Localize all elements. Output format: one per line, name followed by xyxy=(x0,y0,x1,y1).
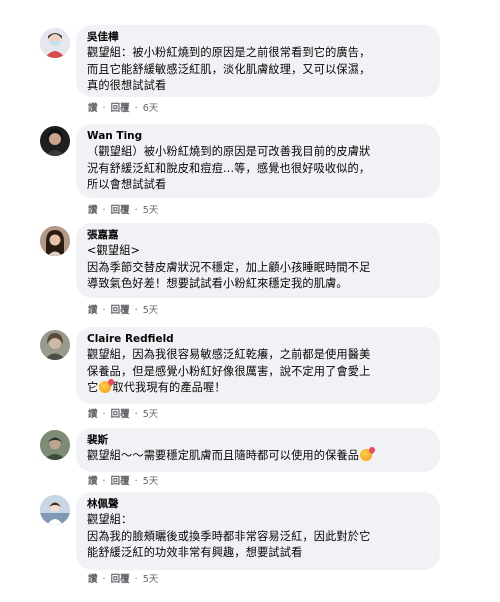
comment-author[interactable]: Wan Ting xyxy=(87,129,428,144)
like-link[interactable]: 讚 xyxy=(88,205,98,216)
separator: · xyxy=(102,574,106,585)
smiling-face-with-hearts-icon xyxy=(360,449,373,461)
comment-author[interactable]: 吳佳樺 xyxy=(87,30,428,45)
separator: · xyxy=(134,103,138,114)
comment-author[interactable]: Claire Redfield xyxy=(87,332,428,347)
timestamp[interactable]: 5天 xyxy=(143,205,159,216)
comment-text-part: 取代我現有的產品喔！ xyxy=(112,381,226,394)
avatar[interactable] xyxy=(40,226,70,256)
reply-link[interactable]: 回覆 xyxy=(111,305,130,316)
comment-text: 觀望組： 因為我的臉頰曬後或換季時都非常容易泛紅，因此對於它 能舒緩泛紅的功效非… xyxy=(87,513,371,559)
comment-bubble: Wan Ting （觀望組）被小粉紅燒到的原因是可改善我目前的皮膚狀 況有舒緩泛… xyxy=(76,124,440,198)
separator: · xyxy=(102,409,106,420)
separator: · xyxy=(134,574,138,585)
reply-link[interactable]: 回覆 xyxy=(111,103,130,114)
separator: · xyxy=(134,409,138,420)
separator: · xyxy=(102,205,106,216)
comment-actions: 讚 · 回覆 · 5天 xyxy=(88,409,160,421)
comment-actions: 讚 · 回覆 · 5天 xyxy=(88,476,160,488)
comment-bubble: 林佩聲 觀望組： 因為我的臉頰曬後或換季時都非常容易泛紅，因此對於它 能舒緩泛紅… xyxy=(76,492,440,570)
avatar[interactable] xyxy=(40,495,70,525)
avatar[interactable] xyxy=(40,28,70,58)
comment-actions: 讚 · 回覆 · 5天 xyxy=(88,574,160,586)
reply-link[interactable]: 回覆 xyxy=(111,476,130,487)
comment-text: （觀望組）被小粉紅燒到的原因是可改善我目前的皮膚狀 況有舒緩泛紅和脫皮和痘痘..… xyxy=(87,145,371,191)
comment-bubble: Claire Redfield 觀望組，因為我很容易敏感泛紅乾癢，之前都是使用醫… xyxy=(76,327,440,404)
comment-text: 觀望組：被小粉紅燒到的原因是之前很常看到它的廣告， 而且它能舒緩敏感泛紅肌，淡化… xyxy=(87,46,371,92)
avatar[interactable] xyxy=(40,430,70,460)
comment-author[interactable]: 林佩聲 xyxy=(87,497,428,512)
smiling-face-with-hearts-icon xyxy=(99,381,112,393)
separator: · xyxy=(134,205,138,216)
timestamp[interactable]: 5天 xyxy=(143,574,159,585)
separator: · xyxy=(102,476,106,487)
comment-text-part: 觀望組～～需要穩定肌膚而且隨時都可以使用的保養品 xyxy=(87,449,360,462)
comment-text: 觀望組～～需要穩定肌膚而且隨時都可以使用的保養品 xyxy=(87,448,428,465)
timestamp[interactable]: 6天 xyxy=(143,103,159,114)
comment-bubble: 裴斯 觀望組～～需要穩定肌膚而且隨時都可以使用的保養品 xyxy=(76,428,440,472)
like-link[interactable]: 讚 xyxy=(88,574,98,585)
reply-link[interactable]: 回覆 xyxy=(111,409,130,420)
avatar[interactable] xyxy=(40,126,70,156)
separator: · xyxy=(102,305,106,316)
like-link[interactable]: 讚 xyxy=(88,476,98,487)
avatar[interactable] xyxy=(40,330,70,360)
separator: · xyxy=(134,305,138,316)
reply-link[interactable]: 回覆 xyxy=(111,574,130,585)
comment-actions: 讚 · 回覆 · 6天 xyxy=(88,103,160,115)
separator: · xyxy=(102,103,106,114)
comment-actions: 讚 · 回覆 · 5天 xyxy=(88,305,160,317)
comment-author[interactable]: 裴斯 xyxy=(87,433,428,448)
like-link[interactable]: 讚 xyxy=(88,409,98,420)
like-link[interactable]: 讚 xyxy=(88,305,98,316)
reply-link[interactable]: 回覆 xyxy=(111,205,130,216)
comment-actions: 讚 · 回覆 · 5天 xyxy=(88,205,160,217)
timestamp[interactable]: 5天 xyxy=(143,476,159,487)
comment-text: 觀望組，因為我很容易敏感泛紅乾癢，之前都是使用醫美 保養品，但是感覺小粉紅好像很… xyxy=(87,347,428,397)
timestamp[interactable]: 5天 xyxy=(143,305,159,316)
comment-text: <觀望組> 因為季節交替皮膚狀況不穩定，加上顧小孩睡眠時間不足 導致氣色好差！想… xyxy=(87,244,371,290)
comment-author[interactable]: 張嘉嘉 xyxy=(87,228,428,243)
separator: · xyxy=(134,476,138,487)
comment-bubble: 張嘉嘉 <觀望組> 因為季節交替皮膚狀況不穩定，加上顧小孩睡眠時間不足 導致氣色… xyxy=(76,223,440,298)
comment-bubble: 吳佳樺 觀望組：被小粉紅燒到的原因是之前很常看到它的廣告， 而且它能舒緩敏感泛紅… xyxy=(76,25,440,97)
timestamp[interactable]: 5天 xyxy=(143,409,159,420)
like-link[interactable]: 讚 xyxy=(88,103,98,114)
